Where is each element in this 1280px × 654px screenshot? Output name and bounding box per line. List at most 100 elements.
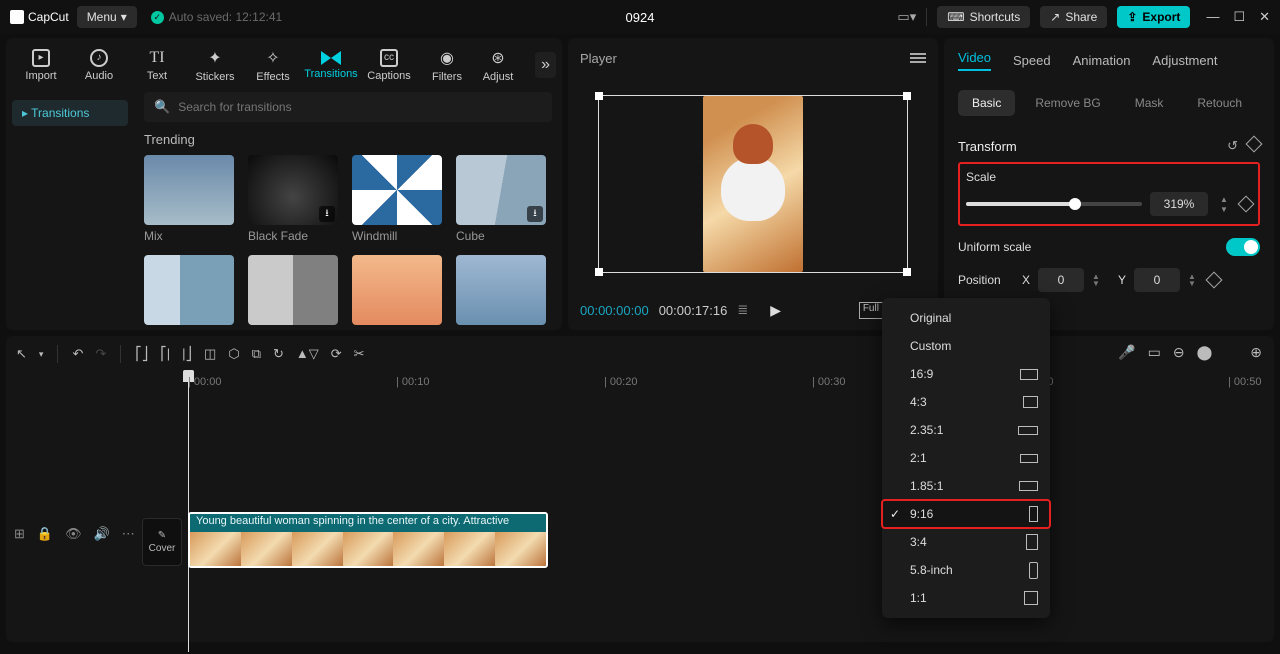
handle-tr[interactable] bbox=[903, 92, 911, 100]
ratio-option-34[interactable]: 3:4 bbox=[882, 528, 1050, 556]
minimize-icon[interactable]: — bbox=[1206, 9, 1219, 25]
panel-icon[interactable]: ▭ bbox=[1148, 344, 1161, 361]
position-y-value[interactable]: 0 bbox=[1134, 268, 1180, 292]
keyframe-icon[interactable] bbox=[1246, 136, 1263, 153]
crop-icon[interactable]: ◫ bbox=[204, 346, 216, 362]
download-icon[interactable]: ⭳ bbox=[527, 206, 543, 222]
close-icon[interactable]: ✕ bbox=[1259, 9, 1270, 25]
tab-filters[interactable]: ◉Filters bbox=[420, 48, 474, 83]
cover-button[interactable]: ✎ Cover bbox=[142, 518, 182, 566]
subtab-mask[interactable]: Mask bbox=[1121, 90, 1178, 116]
tab-speed[interactable]: Speed bbox=[1013, 53, 1051, 68]
tab-audio[interactable]: ♪Audio bbox=[72, 49, 126, 82]
tab-adjustment[interactable]: Adjustment bbox=[1152, 53, 1217, 68]
transition-item[interactable] bbox=[248, 255, 338, 325]
ratio-option-58inch[interactable]: 5.8-inch bbox=[882, 556, 1050, 584]
subtab-removebg[interactable]: Remove BG bbox=[1021, 90, 1114, 116]
reverse-icon[interactable]: ↻ bbox=[273, 346, 284, 362]
undo-icon[interactable]: ↶ bbox=[72, 346, 83, 362]
scale-stepper[interactable]: ▲▼ bbox=[1216, 192, 1232, 216]
ratio-option-916[interactable]: ✓9:16 bbox=[882, 500, 1050, 528]
menu-button[interactable]: Menu ▾ bbox=[77, 6, 137, 28]
maximize-icon[interactable]: ☐ bbox=[1233, 9, 1245, 25]
x-stepper[interactable]: ▲▼ bbox=[1092, 273, 1100, 287]
ratio-option-1851[interactable]: 1.85:1 bbox=[882, 472, 1050, 500]
tab-adjust[interactable]: ⊛Adjust bbox=[478, 48, 518, 83]
magnet-icon[interactable]: ⬤ bbox=[1197, 344, 1213, 361]
scale-slider[interactable] bbox=[966, 202, 1142, 206]
share-button[interactable]: ↗ Share bbox=[1040, 6, 1107, 28]
ratio-option-169[interactable]: 16:9 bbox=[882, 360, 1050, 388]
tab-text[interactable]: TIText bbox=[130, 49, 184, 82]
ratio-option-11[interactable]: 1:1 bbox=[882, 584, 1050, 612]
handle-tl[interactable] bbox=[595, 92, 603, 100]
zoom-out-icon[interactable]: ⊖ bbox=[1173, 344, 1185, 361]
mirror-icon[interactable]: ▲▽ bbox=[296, 346, 319, 362]
compare-icon[interactable]: ≣ bbox=[737, 302, 748, 318]
ratio-option-custom[interactable]: Custom bbox=[882, 332, 1050, 360]
tabs-more-icon[interactable]: » bbox=[535, 52, 556, 78]
subtab-basic[interactable]: Basic bbox=[958, 90, 1015, 116]
handle-bl[interactable] bbox=[595, 268, 603, 276]
tab-transitions[interactable]: Transitions bbox=[304, 51, 358, 80]
transition-item[interactable] bbox=[456, 255, 546, 325]
scale-keyframe-icon[interactable] bbox=[1238, 196, 1255, 213]
sidebar-item-transitions[interactable]: ▸ Transitions bbox=[12, 100, 128, 126]
trim-left-icon[interactable]: ⎡| bbox=[160, 346, 170, 362]
track-mute-icon[interactable]: 🔊 bbox=[94, 526, 110, 542]
track-visible-icon[interactable]: 👁 bbox=[65, 526, 82, 542]
uniform-scale-toggle[interactable] bbox=[1226, 238, 1260, 256]
track-area[interactable]: ⊞ 🔒 👁 🔊 ⋯ ✎ Cover Young beautiful woman … bbox=[6, 396, 1274, 412]
position-keyframe-icon[interactable] bbox=[1205, 272, 1222, 289]
reset-icon[interactable]: ↺ bbox=[1227, 138, 1238, 154]
tool-dropdown-icon[interactable]: ▾ bbox=[39, 349, 44, 360]
zoom-in-icon[interactable]: ⊕ bbox=[1250, 344, 1262, 361]
y-stepper[interactable]: ▲▼ bbox=[1188, 273, 1196, 287]
track-more-icon[interactable]: ⋯ bbox=[122, 526, 135, 542]
track-lock-icon[interactable]: 🔒 bbox=[37, 526, 53, 542]
play-button[interactable]: ▶ bbox=[770, 302, 781, 319]
search-input[interactable]: 🔍 bbox=[144, 92, 552, 122]
ratio-option-43[interactable]: 4:3 bbox=[882, 388, 1050, 416]
transition-mix[interactable]: Mix bbox=[144, 155, 234, 243]
transition-cube[interactable]: ⭳ Cube bbox=[456, 155, 546, 243]
position-x-value[interactable]: 0 bbox=[1038, 268, 1084, 292]
transform-frame[interactable] bbox=[598, 95, 908, 273]
split-icon[interactable]: ⎡⎦ bbox=[135, 346, 148, 362]
handle-br[interactable] bbox=[903, 268, 911, 276]
scale-value[interactable]: 319% bbox=[1150, 192, 1208, 216]
mic-icon[interactable]: 🎤 bbox=[1118, 344, 1135, 361]
timeline-ruler[interactable]: | 00:00 | 00:10 | 00:20 | 00:30 | 00:40 … bbox=[6, 372, 1274, 396]
transition-item[interactable] bbox=[352, 255, 442, 325]
download-icon[interactable]: ⭳ bbox=[319, 206, 335, 222]
tab-video[interactable]: Video bbox=[958, 50, 991, 71]
tab-stickers[interactable]: ✦Stickers bbox=[188, 48, 242, 83]
tab-effects[interactable]: ✧Effects bbox=[246, 48, 300, 83]
full-button[interactable]: Full bbox=[859, 302, 883, 319]
shortcuts-button[interactable]: ⌨ Shortcuts bbox=[937, 6, 1030, 28]
tab-import[interactable]: ▸Import bbox=[14, 49, 68, 82]
mask-tool-icon[interactable]: ⬡ bbox=[228, 346, 239, 362]
tab-captions[interactable]: ccCaptions bbox=[362, 49, 416, 82]
tab-animation[interactable]: Animation bbox=[1073, 53, 1131, 68]
ratio-option-2351[interactable]: 2.35:1 bbox=[882, 416, 1050, 444]
video-clip[interactable]: Young beautiful woman spinning in the ce… bbox=[188, 512, 548, 568]
search-field[interactable] bbox=[178, 100, 542, 114]
subtab-retouch[interactable]: Retouch bbox=[1183, 90, 1256, 116]
transition-black-fade[interactable]: ⭳ Black Fade bbox=[248, 155, 338, 243]
player-canvas[interactable] bbox=[568, 78, 938, 290]
trim-right-icon[interactable]: |⎦ bbox=[182, 346, 192, 362]
selection-tool-icon[interactable]: ↖ bbox=[16, 346, 27, 362]
slider-knob[interactable] bbox=[1069, 198, 1081, 210]
track-add-icon[interactable]: ⊞ bbox=[14, 526, 25, 542]
export-button[interactable]: ⇪ Export bbox=[1117, 6, 1190, 28]
aspect-preset-icon[interactable]: ▭▾ bbox=[897, 9, 916, 25]
redo-icon[interactable]: ↷ bbox=[95, 346, 106, 362]
rotate-icon[interactable]: ⟳ bbox=[331, 346, 342, 362]
player-menu-icon[interactable] bbox=[910, 51, 926, 65]
ratio-option-21[interactable]: 2:1 bbox=[882, 444, 1050, 472]
transition-item[interactable] bbox=[144, 255, 234, 325]
crop2-icon[interactable]: ✂ bbox=[354, 346, 365, 362]
transition-windmill[interactable]: Windmill bbox=[352, 155, 442, 243]
ratio-option-original[interactable]: Original bbox=[882, 304, 1050, 332]
